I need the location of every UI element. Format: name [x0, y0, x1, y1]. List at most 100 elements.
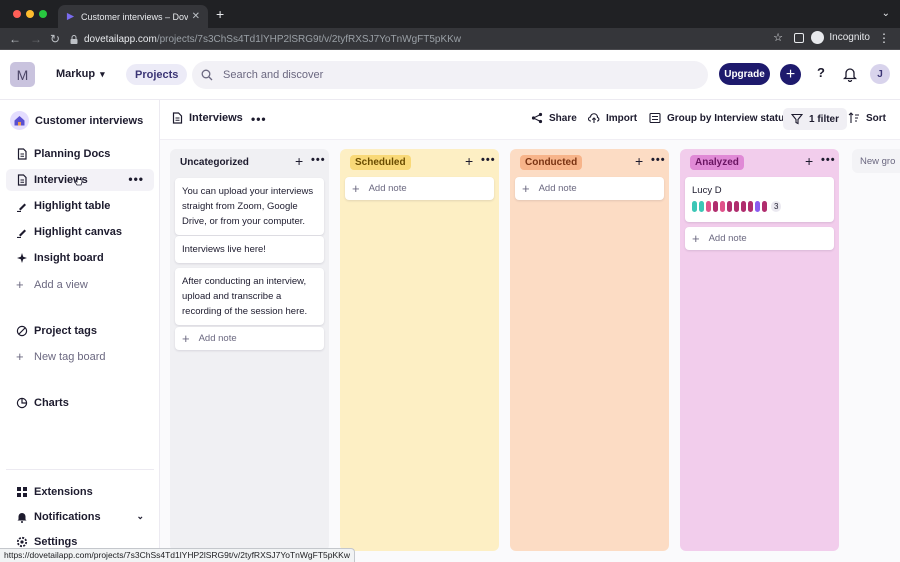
side-panel-icon[interactable]: [794, 33, 804, 43]
note-card[interactable]: You can upload your interviews straight …: [175, 178, 324, 235]
plus-icon: +: [522, 181, 530, 196]
tag-count-badge: 3: [771, 201, 782, 212]
add-note-plus-icon[interactable]: +: [465, 154, 473, 168]
plus-icon: +: [16, 349, 24, 364]
highlight-tag-chip[interactable]: [748, 201, 753, 212]
note-card[interactable]: Lucy D 3: [685, 177, 834, 222]
add-note-button[interactable]: + Add note: [515, 177, 664, 200]
help-button[interactable]: ?: [814, 65, 828, 83]
share-label: Share: [549, 112, 577, 124]
add-note-label: Add note: [538, 183, 577, 194]
reload-icon[interactable]: ↻: [50, 31, 60, 47]
share-button[interactable]: Share: [531, 112, 577, 124]
window-zoom-button[interactable]: [39, 10, 47, 18]
sidebar-item-highlight-table[interactable]: Highlight table: [6, 195, 154, 217]
back-arrow-icon[interactable]: ←: [9, 31, 21, 47]
sidebar-item-extensions[interactable]: Extensions: [6, 481, 154, 503]
document-icon: [17, 174, 27, 186]
column-header: Scheduled: [350, 154, 411, 170]
group-by-button[interactable]: Group by Interview status: [649, 112, 790, 124]
chevron-down-icon[interactable]: ⌄: [136, 511, 144, 522]
plus-icon: +: [352, 181, 360, 196]
share-icon: [531, 112, 543, 124]
highlight-tag-chip[interactable]: [692, 201, 697, 212]
highlight-tag-chip[interactable]: [706, 201, 711, 212]
sidebar-item-highlight-canvas[interactable]: Highlight canvas: [6, 221, 154, 243]
column-more-options-icon[interactable]: •••: [481, 154, 496, 166]
workspace-switcher[interactable]: Markup ▾: [56, 68, 105, 80]
browser-tab[interactable]: Customer interviews – Dovetail ✕: [58, 5, 208, 28]
add-note-plus-icon[interactable]: +: [805, 154, 813, 168]
add-note-button[interactable]: + Add note: [685, 227, 834, 250]
note-card[interactable]: Interviews live here!: [175, 236, 324, 263]
sidebar-item-notifications[interactable]: Notifications ⌄: [6, 506, 154, 528]
note-card[interactable]: After conducting an interview, upload an…: [175, 268, 324, 325]
link-preview-status-bar: https://dovetailapp.com/projects/7s3ChSs…: [0, 548, 355, 562]
window-minimize-button[interactable]: [26, 10, 34, 18]
upgrade-button[interactable]: Upgrade: [719, 63, 770, 85]
highlighter-icon: [17, 229, 26, 238]
add-note-plus-icon[interactable]: +: [295, 154, 303, 168]
sidebar-item-label: Planning Docs: [34, 148, 111, 160]
sidebar-item-project-tags[interactable]: Project tags: [6, 320, 154, 342]
search-input[interactable]: [223, 69, 663, 81]
sidebar-divider: [6, 469, 154, 470]
tab-search-chevron-icon[interactable]: ⌄: [882, 8, 890, 19]
highlight-tag-chip[interactable]: [713, 201, 718, 212]
import-button[interactable]: Import: [588, 112, 637, 124]
project-title-label: Customer interviews: [35, 114, 144, 127]
user-avatar[interactable]: J: [870, 64, 890, 84]
sidebar-item-label: Add a view: [34, 279, 88, 291]
add-note-plus-icon[interactable]: +: [635, 154, 643, 168]
note-card-title: Lucy D: [692, 185, 722, 196]
add-note-button[interactable]: + Add note: [175, 327, 324, 350]
view-more-options-icon[interactable]: •••: [251, 112, 267, 126]
forward-arrow-icon[interactable]: →: [30, 31, 42, 47]
more-options-icon[interactable]: •••: [128, 173, 144, 185]
search-bar[interactable]: [192, 61, 708, 89]
filter-button[interactable]: 1 filter: [783, 108, 848, 130]
new-tab-button[interactable]: +: [216, 7, 224, 21]
project-title[interactable]: Customer interviews: [10, 111, 143, 130]
url-host: dovetailapp.com: [84, 33, 157, 45]
window-close-button[interactable]: [13, 10, 21, 18]
sidebar-item-planning-docs[interactable]: Planning Docs: [6, 143, 154, 165]
browser-menu-icon[interactable]: ⋮: [878, 31, 890, 45]
highlight-tag-chip[interactable]: [755, 201, 760, 212]
sort-button[interactable]: Sort: [848, 112, 886, 124]
url-field[interactable]: dovetailapp.com/projects/7s3ChSs4Td1lYHP…: [70, 31, 790, 47]
sort-icon: [848, 112, 859, 123]
column-more-options-icon[interactable]: •••: [821, 154, 836, 166]
plus-icon: +: [692, 231, 700, 246]
view-title[interactable]: Interviews: [172, 112, 243, 124]
sidebar-item-new-tag-board[interactable]: + New tag board: [6, 346, 154, 368]
bookmark-star-icon[interactable]: ☆: [773, 31, 783, 44]
url-path: /projects/7s3ChSs4Td1lYHP2lSRG9t/v/2tyfR…: [156, 33, 462, 45]
highlight-tag-chip[interactable]: [741, 201, 746, 212]
highlight-tag-chip[interactable]: [734, 201, 739, 212]
bell-icon[interactable]: [843, 66, 857, 82]
workspace-avatar[interactable]: M: [10, 62, 35, 87]
kanban-board: Uncategorized + ••• You can upload your …: [160, 140, 900, 562]
sidebar-item-add-view[interactable]: + Add a view: [6, 274, 154, 296]
highlight-tag-chip[interactable]: [720, 201, 725, 212]
projects-button[interactable]: Projects: [126, 64, 188, 85]
highlight-tag-chip[interactable]: [727, 201, 732, 212]
create-button[interactable]: +: [780, 64, 801, 85]
incognito-indicator[interactable]: Incognito: [811, 31, 870, 44]
add-note-label: Add note: [368, 183, 407, 194]
column-more-options-icon[interactable]: •••: [311, 154, 326, 166]
add-note-button[interactable]: + Add note: [345, 177, 494, 200]
highlight-tag-chip[interactable]: [699, 201, 704, 212]
tab-close-icon[interactable]: ✕: [192, 11, 200, 22]
column-header: Analyzed: [690, 154, 744, 170]
plus-icon: +: [182, 331, 190, 346]
upload-cloud-icon: [588, 113, 600, 123]
gear-icon: [16, 536, 28, 548]
sidebar-item-label: Project tags: [34, 325, 97, 337]
new-group-column[interactable]: New gro: [852, 149, 900, 173]
sidebar-item-charts[interactable]: Charts: [6, 392, 154, 414]
sidebar-item-insight-board[interactable]: Insight board: [6, 247, 154, 269]
column-more-options-icon[interactable]: •••: [651, 154, 666, 166]
highlight-tag-chip[interactable]: [762, 201, 767, 212]
